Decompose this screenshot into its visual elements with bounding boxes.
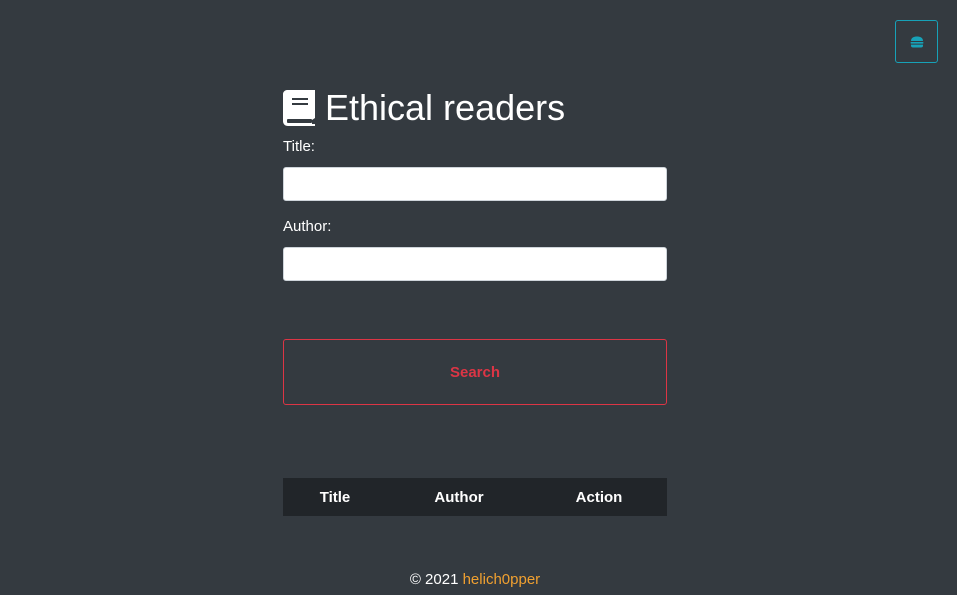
copyright-text: © 2021	[409, 571, 459, 588]
menu-toggle-button[interactable]	[895, 20, 938, 63]
results-table-header-row: Title Author Action	[283, 478, 667, 516]
author-link[interactable]: helich0pper	[463, 571, 541, 588]
column-header-author: Author	[387, 478, 531, 516]
title-input[interactable]	[283, 167, 667, 201]
footer: © 2021 helich0pper	[0, 571, 950, 589]
search-button[interactable]: Search	[283, 339, 667, 405]
column-header-action: Action	[531, 478, 667, 516]
page: Ethical readers Title: Author: Search Ti…	[0, 0, 957, 595]
author-input[interactable]	[283, 247, 667, 281]
title-field-label: Title:	[283, 138, 315, 155]
results-table: Title Author Action	[283, 478, 667, 516]
hamburger-icon	[910, 36, 923, 47]
column-header-title: Title	[283, 478, 387, 516]
search-form: Ethical readers Title: Author: Search Ti…	[283, 88, 667, 516]
page-title: Ethical readers	[283, 88, 667, 128]
page-title-text: Ethical readers	[325, 87, 566, 128]
author-field-label: Author:	[283, 218, 332, 235]
book-icon	[283, 90, 315, 126]
